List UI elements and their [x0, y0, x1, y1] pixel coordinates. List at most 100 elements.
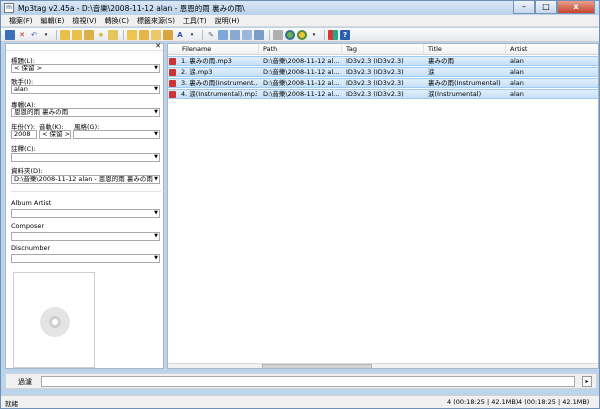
minimize-button[interactable]: – [513, 1, 535, 14]
filename-to-filename-icon[interactable] [151, 29, 161, 40]
window-title: Mp3tag v2.45a - D:\音樂\2008-11-12 alan - … [18, 4, 245, 13]
cell-tag: ID3v2.3 (ID3v2.3) [346, 79, 404, 87]
directory-value: D:\音樂\2008-11-12 alan - 恩恩的雨 裏みの雨 [14, 175, 153, 183]
chevron-down-icon: ▼ [154, 255, 158, 261]
cell-tag: ID3v2.3 (ID3v2.3) [346, 68, 404, 76]
column-filename[interactable]: Filename [168, 44, 259, 55]
file-list: Filename Path Tag Title Artist 1. 裏みの雨.m… [167, 43, 599, 369]
table-row[interactable]: 3. 裏みの雨(Instrument... D:\音樂\2008-11-12 a… [168, 78, 598, 88]
menu-convert[interactable]: 轉換(C) [101, 15, 133, 26]
maximize-button[interactable]: □ [535, 1, 557, 14]
star-icon[interactable]: ★ [96, 30, 106, 40]
table-row[interactable]: 4. 涙(Instrumental).mp3 D:\音樂\2008-11-12 … [168, 89, 598, 99]
column-path[interactable]: Path [259, 44, 342, 55]
web-source-icon[interactable] [285, 29, 295, 40]
filter-bar: 過濾 ▸ [5, 373, 597, 389]
discnumber-combo[interactable]: ▼ [11, 254, 160, 263]
menu-tag-sources[interactable]: 標籤來源(S) [133, 15, 179, 26]
cell-filename: 3. 裏みの雨(Instrument... [181, 79, 257, 87]
export-icon[interactable] [218, 29, 228, 40]
change-directory-icon[interactable] [60, 29, 70, 40]
cell-artist: alan [510, 57, 524, 65]
mp3-file-icon [169, 91, 176, 98]
options-icon[interactable] [328, 29, 338, 40]
title-combo[interactable]: < 保留 > ▼ [11, 64, 160, 73]
comment-label: 註釋(C): [11, 145, 36, 153]
directory-combo[interactable]: D:\音樂\2008-11-12 alan - 恩恩的雨 裏みの雨 ▼ [11, 175, 160, 184]
album-artist-combo[interactable]: ▼ [11, 209, 160, 218]
case-dropdown-icon[interactable]: ▾ [187, 30, 197, 40]
copy-tag-icon[interactable] [254, 29, 264, 40]
year-combo[interactable]: 2008 [11, 130, 37, 139]
chevron-down-icon: ▼ [154, 210, 158, 216]
divider [11, 191, 161, 192]
tag-panel-header: ✕ [6, 42, 163, 51]
cover-art-box[interactable] [13, 272, 95, 368]
tag-to-tag-icon[interactable] [163, 29, 173, 40]
close-button[interactable]: x [557, 1, 595, 14]
undo-dropdown-icon[interactable]: ▾ [41, 30, 51, 40]
menu-help[interactable]: 說明(H) [211, 15, 244, 26]
favorite-directories-icon[interactable] [84, 29, 94, 40]
cell-title: 涙(Instrumental) [428, 90, 482, 98]
open-folder-icon[interactable] [108, 29, 118, 40]
scrollbar-thumb[interactable] [262, 364, 372, 368]
title-bar[interactable]: m Mp3tag v2.45a - D:\音樂\2008-11-12 alan … [1, 1, 599, 15]
cell-path: D:\音樂\2008-11-12 al... [263, 68, 340, 76]
album-value: 恩恩的雨 裏みの雨 [14, 108, 69, 116]
toolbar-separator [324, 29, 325, 40]
column-artist[interactable]: Artist [506, 44, 598, 55]
app-icon: m [4, 3, 14, 13]
close-panel-icon[interactable]: ✕ [155, 42, 161, 50]
help-icon[interactable]: ? [340, 29, 350, 40]
chevron-down-icon: ▼ [154, 233, 158, 239]
cell-tag: ID3v2.3 (ID3v2.3) [346, 57, 404, 65]
toolbar-separator [269, 29, 270, 40]
filename-to-tag-icon[interactable] [139, 29, 149, 40]
status-selected: 4 (00:18:25 | 42.1MB) [447, 398, 519, 406]
directory-label: 資料夾(D): [11, 167, 43, 175]
menu-file[interactable]: 檔案(F) [5, 15, 37, 26]
track-combo[interactable]: < 保留 > [39, 130, 71, 139]
chevron-down-icon: ▼ [154, 65, 158, 71]
menu-tools[interactable]: 工具(T) [179, 15, 211, 26]
column-tag[interactable]: Tag [342, 44, 424, 55]
status-bar: 就緒 4 (00:18:25 | 42.1MB) 4 (00:18:25 | 4… [1, 395, 599, 408]
composer-combo[interactable]: ▼ [11, 232, 160, 241]
edit-tag-icon[interactable]: ✎ [206, 30, 216, 40]
cell-path: D:\音樂\2008-11-12 al... [263, 79, 340, 87]
remove-tag-icon[interactable]: ✕ [17, 30, 27, 40]
playlist-icon[interactable] [230, 29, 240, 40]
table-row[interactable]: 1. 裏みの雨.mp3 D:\音樂\2008-11-12 al... ID3v2… [168, 56, 598, 66]
title-value: < 保留 > [14, 64, 43, 72]
case-conversion-icon[interactable]: A [175, 30, 185, 40]
chevron-down-icon: ▼ [154, 86, 158, 92]
cell-filename: 1. 裏みの雨.mp3 [181, 57, 232, 65]
toolbar: ✕ ↶ ▾ ★ A ▾ ✎ ▾ ? [1, 28, 599, 42]
tag-to-filename-icon[interactable] [127, 29, 137, 40]
save-icon[interactable] [5, 29, 15, 40]
menu-view[interactable]: 檢視(V) [68, 15, 100, 26]
toolbar-separator [56, 29, 57, 40]
cell-path: D:\音樂\2008-11-12 al... [263, 90, 340, 98]
genre-combo[interactable]: ▼ [73, 130, 160, 139]
menu-edit[interactable]: 編輯(E) [37, 15, 69, 26]
comment-combo[interactable]: ▼ [11, 153, 160, 162]
artist-combo[interactable]: alan ▼ [11, 85, 160, 94]
album-combo[interactable]: 恩恩的雨 裏みの雨 ▼ [11, 108, 160, 117]
table-row[interactable]: 2. 涙.mp3 D:\音樂\2008-11-12 al... ID3v2.3 … [168, 67, 598, 77]
amazon-icon[interactable] [297, 29, 307, 40]
filter-input[interactable] [41, 376, 575, 387]
year-value: 2008 [14, 130, 31, 138]
add-directory-icon[interactable] [72, 29, 82, 40]
horizontal-scrollbar[interactable] [168, 363, 598, 368]
column-title[interactable]: Title [424, 44, 506, 55]
cell-title: 裏みの雨 [428, 57, 454, 65]
freedb-icon[interactable] [273, 29, 283, 40]
tag-source-dropdown-icon[interactable]: ▾ [309, 30, 319, 40]
text-file-icon[interactable] [242, 29, 252, 40]
undo-icon[interactable]: ↶ [29, 30, 39, 40]
cell-artist: alan [510, 90, 524, 98]
filter-go-button[interactable]: ▸ [582, 376, 592, 387]
cell-title: 涙 [428, 68, 435, 76]
